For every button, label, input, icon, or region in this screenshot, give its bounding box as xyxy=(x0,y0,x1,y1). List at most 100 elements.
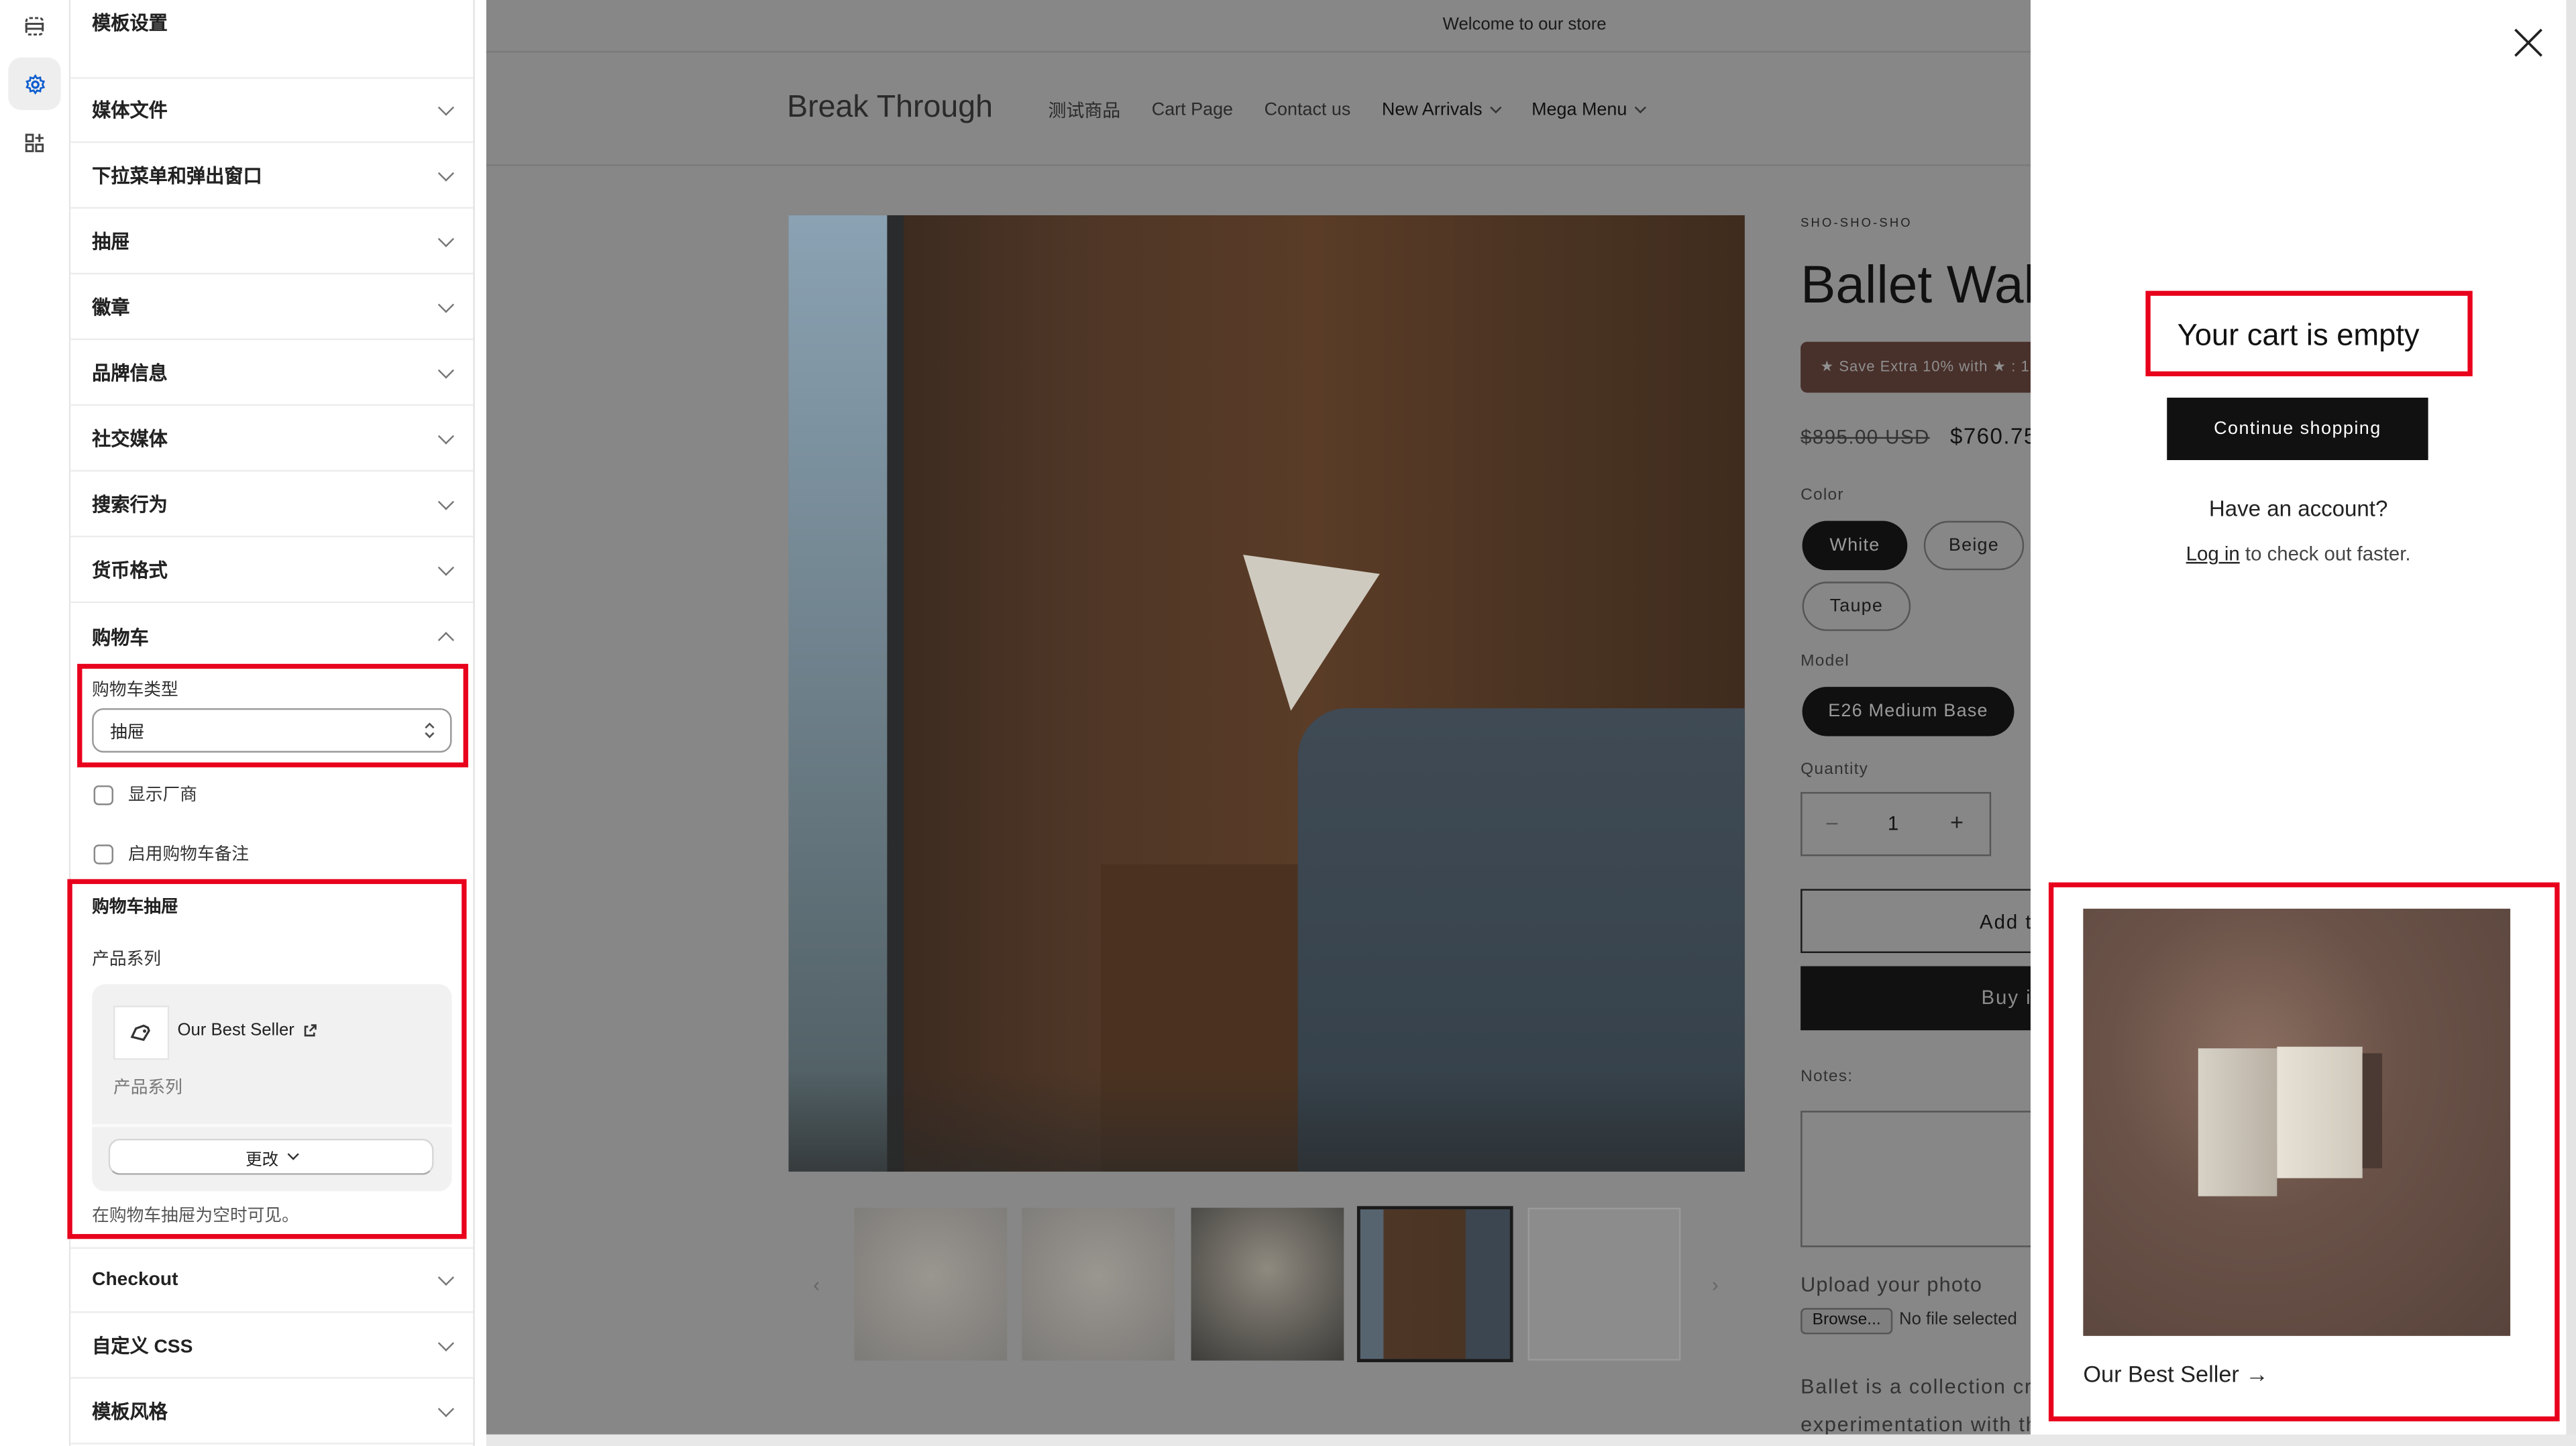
nav-label: Cart Page xyxy=(1151,100,1234,120)
checkbox[interactable] xyxy=(93,844,113,864)
gear-icon[interactable] xyxy=(8,57,61,111)
notes-label: Notes: xyxy=(1801,1068,1854,1087)
sidebar-item-label: 品牌信息 xyxy=(92,364,168,385)
announcement-bar: Welcome to our store xyxy=(1442,15,1607,35)
sidebar-item[interactable]: 模板风格 xyxy=(70,1380,474,1445)
checkbox-label: 显示厂商 xyxy=(128,785,197,805)
product-vendor: SHO-SHO-SHO xyxy=(1801,215,1913,230)
add-to-cart-button[interactable]: Add t xyxy=(1801,889,2031,953)
thumbnail[interactable] xyxy=(1022,1207,1175,1361)
sidebar-item[interactable]: 搜索行为 xyxy=(70,474,474,538)
chevron-down-icon xyxy=(437,428,455,445)
nav-label: New Arrivals xyxy=(1381,100,1483,120)
chevron-down-icon xyxy=(437,165,455,182)
nav-item[interactable]: 测试商品 xyxy=(1048,97,1120,123)
sections-icon[interactable] xyxy=(10,1,59,51)
sidebar-item[interactable]: 徽章 xyxy=(70,276,474,341)
nav-item[interactable]: Contact us xyxy=(1265,97,1351,123)
checkbox-label: 启用购物车备注 xyxy=(128,844,250,865)
sale-price: $760.75 xyxy=(1949,424,2031,449)
nav-item[interactable]: Cart Page xyxy=(1152,97,1233,123)
thumb-next-arrow[interactable]: › xyxy=(1712,1274,1719,1296)
chevron-up-icon xyxy=(437,630,455,648)
thumbnail[interactable] xyxy=(1191,1207,1344,1361)
show-vendor-checkbox[interactable]: 显示厂商 xyxy=(93,782,197,807)
sidebar-item-label: 抽屉 xyxy=(92,233,130,254)
sidebar-item-label: 搜索行为 xyxy=(92,496,168,516)
chevron-down-icon xyxy=(437,1335,455,1352)
sidebar-item[interactable]: 货币格式 xyxy=(70,539,474,604)
sidebar-item[interactable]: 社交媒体 xyxy=(70,408,474,472)
sidebar-item[interactable]: Checkout xyxy=(70,1249,474,1313)
close-icon[interactable] xyxy=(2514,28,2543,58)
sidebar-item-label: 下拉菜单和弹出窗口 xyxy=(92,167,262,188)
compare-price: $895.00 USD xyxy=(1801,425,1930,449)
have-account-text: Have an account? xyxy=(2208,496,2388,521)
buy-now-button[interactable]: Buy i xyxy=(1801,966,2031,1031)
quantity-value[interactable]: 1 xyxy=(1888,812,1898,834)
checkbox[interactable] xyxy=(93,784,113,805)
bottom-edge xyxy=(486,1434,2576,1446)
product-main-image[interactable] xyxy=(788,215,1745,1172)
highlight-box xyxy=(2048,882,2560,1422)
sidebar-item-label: 社交媒体 xyxy=(92,430,168,451)
chevron-down-icon xyxy=(437,559,455,576)
sidebar-title: 模板设置 xyxy=(92,15,168,35)
no-file-text: No file selected xyxy=(1899,1309,2017,1330)
chevron-down-icon xyxy=(437,99,455,116)
highlight-box xyxy=(67,879,467,1239)
sidebar-item-label: Checkout xyxy=(92,1270,178,1290)
sidebar-item-label: 货币格式 xyxy=(92,561,168,582)
sidebar-item-label: 自定义 CSS xyxy=(92,1337,193,1357)
thumbnail[interactable] xyxy=(854,1207,1008,1361)
chevron-down-icon xyxy=(437,362,455,379)
enable-notes-checkbox[interactable]: 启用购物车备注 xyxy=(93,841,250,866)
sidebar-item[interactable]: 自定义 CSS xyxy=(70,1315,474,1379)
color-option-white[interactable]: White xyxy=(1802,520,1908,571)
login-link[interactable]: Log in xyxy=(2186,543,2240,565)
upload-label: Upload your photo xyxy=(1801,1273,1983,1297)
thumb-prev-arrow[interactable]: ‹ xyxy=(813,1274,820,1296)
thumbnail[interactable] xyxy=(1527,1207,1681,1361)
product-description: Ballet is a collection cre xyxy=(1801,1375,2031,1398)
product-title: Ballet Wal xyxy=(1801,254,2031,314)
continue-shopping-button[interactable]: Continue shopping xyxy=(2167,397,2428,460)
sidebar-item-label: 模板风格 xyxy=(92,1403,168,1423)
nav-item[interactable]: New Arrivals xyxy=(1381,97,1503,123)
chevron-down-icon xyxy=(1635,101,1647,114)
store-logo[interactable]: Break Through xyxy=(787,91,993,127)
chevron-down-icon xyxy=(437,1400,455,1418)
chevron-down-icon xyxy=(437,1269,455,1286)
sidebar-item-label: 购物车 xyxy=(92,628,149,649)
highlight-box xyxy=(77,663,468,768)
apps-icon[interactable] xyxy=(10,118,59,168)
chevron-down-icon xyxy=(437,231,455,247)
sidebar-item-label: 徽章 xyxy=(92,298,130,319)
chevron-down-icon xyxy=(1490,101,1503,114)
notes-textarea[interactable] xyxy=(1801,1111,2031,1247)
sidebar-item-cart[interactable]: 购物车 xyxy=(70,605,473,669)
color-option-beige[interactable]: Beige xyxy=(1923,520,2025,571)
icon-rail xyxy=(0,0,71,1446)
sidebar-item-label: 媒体文件 xyxy=(92,101,168,122)
color-option-taupe[interactable]: Taupe xyxy=(1802,581,1911,631)
browse-button[interactable]: Browse... xyxy=(1801,1308,1893,1335)
plus-icon[interactable]: + xyxy=(1950,808,1964,834)
minus-icon[interactable]: − xyxy=(1825,810,1839,836)
model-option[interactable]: E26 Medium Base xyxy=(1802,687,2015,736)
sidebar-item[interactable]: 下拉菜单和弹出窗口 xyxy=(70,145,474,209)
model-label: Model xyxy=(1801,652,1849,671)
sidebar-item[interactable]: 品牌信息 xyxy=(70,342,474,406)
nav-item[interactable]: Mega Menu xyxy=(1532,97,1647,123)
quantity-stepper[interactable]: − 1 + xyxy=(1801,791,1992,856)
nav-label: Contact us xyxy=(1264,100,1351,120)
sidebar-item[interactable]: 媒体文件 xyxy=(70,79,474,144)
quantity-label: Quantity xyxy=(1801,761,1869,779)
store-preview: Welcome to our store Break Through 测试商品 C… xyxy=(486,0,2031,1435)
chevron-down-icon xyxy=(437,494,455,510)
thumbnail-selected[interactable] xyxy=(1356,1206,1513,1363)
chevron-down-icon xyxy=(437,296,455,313)
scrollbar-edge xyxy=(2566,0,2576,1446)
color-label: Color xyxy=(1801,486,1844,505)
sidebar-item[interactable]: 抽屉 xyxy=(70,211,474,275)
